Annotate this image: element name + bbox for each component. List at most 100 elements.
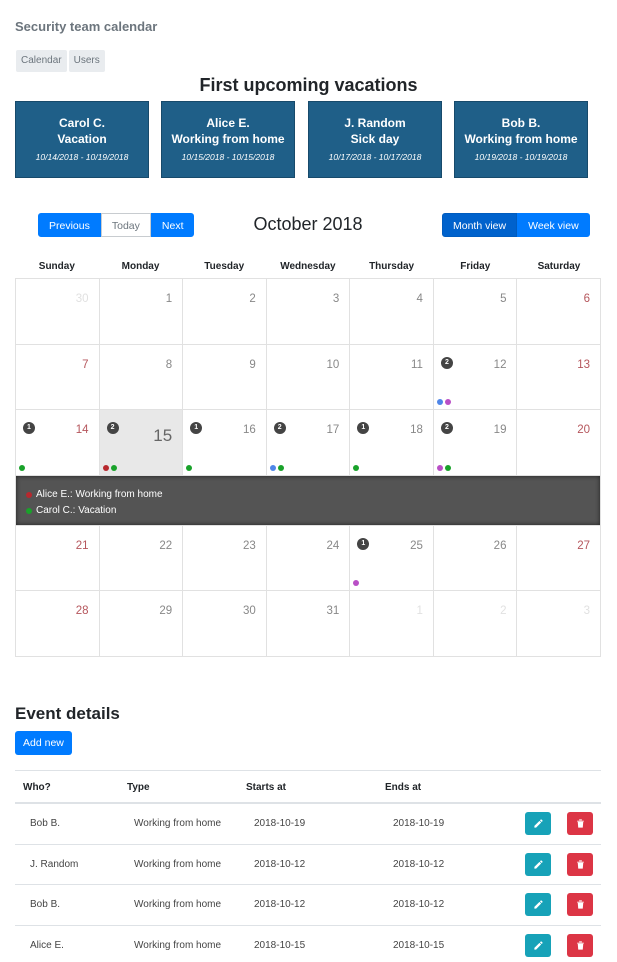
column-header-who: Who?	[23, 782, 51, 793]
calendar-week-row: 21 22 23 24 25 1 26 27	[16, 525, 602, 591]
calendar-day[interactable]: 3	[266, 279, 351, 345]
week-view-button[interactable]: Week view	[517, 213, 590, 237]
calendar-day[interactable]: 8	[99, 344, 184, 410]
vacation-card-dates: 10/19/2018 - 10/19/2018	[474, 152, 568, 162]
calendar-day[interactable]: 1	[99, 279, 184, 345]
day-number: 9	[249, 358, 256, 371]
calendar-day[interactable]: 14 1	[16, 410, 100, 476]
nav-tabs: Calendar Users	[16, 50, 105, 72]
event-table-body: Bob B. Working from home 2018-10-19 2018-10…	[15, 804, 601, 962]
cell-ends: 2018-10-12	[393, 899, 445, 910]
calendar-day[interactable]: 22	[99, 525, 184, 591]
delete-button[interactable]	[567, 852, 593, 876]
calendar-day[interactable]: 4	[350, 279, 434, 345]
event-dot	[353, 464, 360, 471]
weekday-label: Tuesday	[204, 261, 245, 272]
day-number: 3	[583, 605, 591, 617]
event-dot	[436, 399, 443, 405]
calendar-day[interactable]: 30	[16, 279, 100, 345]
edit-button[interactable]	[525, 852, 551, 876]
day-number: 14	[75, 424, 89, 436]
event-count-badge: 1	[357, 422, 370, 434]
day-number: 2	[249, 293, 256, 305]
calendar-day[interactable]: 31	[266, 591, 351, 657]
vacation-card-type: Working from home	[464, 132, 578, 146]
day-event-item[interactable]: Carol C.: Vacation	[26, 503, 590, 519]
edit-button[interactable]	[525, 933, 551, 957]
calendar-day[interactable]: 27	[517, 525, 602, 591]
day-number: 30	[242, 605, 256, 617]
calendar-day[interactable]: 16 1	[183, 410, 267, 476]
cell-starts: 2018-10-12	[254, 899, 306, 910]
calendar-day[interactable]: 23	[183, 525, 267, 591]
calendar-day[interactable]: 1	[350, 591, 434, 657]
pencil-icon	[533, 859, 543, 869]
edit-button[interactable]	[525, 893, 551, 916]
delete-button[interactable]	[567, 893, 593, 916]
calendar-day[interactable]: 3	[517, 591, 602, 657]
calendar-day[interactable]: 10	[266, 344, 351, 410]
tab-users[interactable]: Users	[68, 50, 105, 72]
vacation-card-dates: 10/15/2018 - 10/15/2018	[181, 152, 275, 162]
calendar-day[interactable]: 13	[517, 344, 602, 410]
vacation-card[interactable]: Bob B. Working from home 10/19/2018 - 10…	[454, 101, 588, 178]
day-event-item[interactable]: Alice E.: Working from home	[26, 487, 590, 503]
calendar-day[interactable]: 5	[433, 279, 518, 345]
day-number: 18	[410, 424, 423, 436]
calendar-day-today[interactable]: 15 2	[99, 410, 184, 476]
vacation-card-name: J. Random	[344, 116, 406, 130]
calendar-day[interactable]: 2	[183, 279, 267, 345]
vacation-card[interactable]: Alice E. Working from home 10/15/2018 - …	[161, 101, 295, 178]
cell-starts: 2018-10-15	[254, 939, 306, 951]
event-dot	[19, 464, 25, 471]
day-number: 5	[500, 293, 507, 305]
event-dots	[19, 464, 25, 471]
day-number: 12	[493, 358, 507, 371]
pencil-icon	[533, 940, 543, 950]
next-button[interactable]: Next	[150, 213, 195, 237]
calendar-day[interactable]: 12 2	[433, 344, 518, 410]
edit-button[interactable]	[525, 812, 551, 835]
calendar-day[interactable]: 11	[350, 344, 434, 410]
calendar-day[interactable]: 19 2	[433, 410, 518, 476]
calendar-day[interactable]: 9	[183, 344, 267, 410]
calendar-grid: 30 1 2 3 4 5 6 7 8 9 10 11 12 2 13 14 1 15 2 16 1 17 2 18 1 19 2 20…	[15, 278, 602, 657]
calendar-day[interactable]: 17 2	[266, 410, 351, 476]
day-number: 16	[242, 424, 256, 436]
calendar-day[interactable]: 26	[433, 525, 518, 591]
vacation-card[interactable]: Carol C. Vacation 10/14/2018 - 10/19/201…	[15, 101, 149, 178]
calendar-day[interactable]: 29	[99, 591, 184, 657]
event-dot	[436, 464, 443, 471]
tab-calendar[interactable]: Calendar	[16, 50, 67, 72]
day-number: 30	[75, 293, 89, 305]
vacation-card-name: Carol C.	[58, 116, 105, 130]
delete-button[interactable]	[567, 812, 593, 835]
vacation-card[interactable]: J. Random Sick day 10/17/2018 - 10/17/20…	[308, 101, 442, 178]
calendar-day[interactable]: 30	[183, 591, 267, 657]
calendar-day[interactable]: 2	[433, 591, 518, 657]
calendar-day[interactable]: 7	[16, 344, 100, 410]
event-count-badge: 2	[273, 422, 286, 434]
previous-button[interactable]: Previous	[38, 213, 101, 237]
calendar-day[interactable]: 24	[266, 525, 351, 591]
calendar-day[interactable]: 28	[16, 591, 100, 657]
event-dots	[186, 464, 193, 471]
day-event-text: Alice E.: Working from home	[36, 488, 163, 500]
calendar-day[interactable]: 21	[16, 525, 100, 591]
delete-button[interactable]	[567, 933, 593, 957]
calendar-day[interactable]: 18 1	[350, 410, 434, 476]
event-dot	[26, 491, 32, 498]
event-dot	[444, 399, 451, 405]
add-new-button[interactable]: Add new	[15, 731, 72, 755]
column-header-starts: Starts at	[246, 782, 287, 793]
calendar-day[interactable]: 6	[517, 279, 602, 345]
month-view-button[interactable]: Month view	[442, 213, 518, 237]
day-number: 27	[577, 539, 591, 552]
calendar-day[interactable]: 25 1	[350, 525, 434, 591]
today-button[interactable]: Today	[100, 213, 151, 237]
cell-type: Working from home	[134, 939, 222, 951]
calendar-day[interactable]: 20	[517, 410, 602, 476]
event-count-badge: 2	[106, 422, 119, 434]
vacation-card-dates: 10/14/2018 - 10/19/2018	[35, 152, 129, 162]
event-dot	[26, 507, 32, 514]
